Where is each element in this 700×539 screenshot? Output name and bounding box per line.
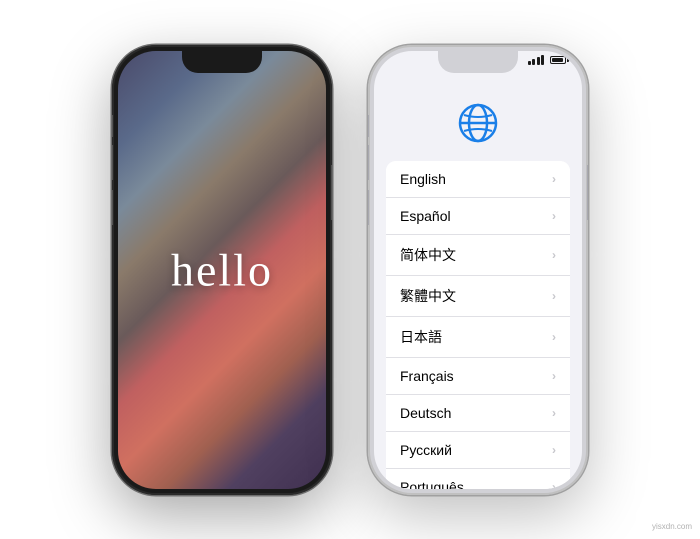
- language-list: English›Español›简体中文›繁體中文›日本語›Français›D…: [386, 161, 570, 489]
- power-button: [331, 165, 332, 220]
- left-screen: hello: [118, 51, 326, 489]
- language-name: 日本語: [400, 327, 442, 347]
- chevron-right-icon: ›: [552, 248, 556, 262]
- language-name: Português: [400, 479, 464, 489]
- language-name: English: [400, 171, 446, 187]
- chevron-right-icon: ›: [552, 369, 556, 383]
- language-item[interactable]: Français ›: [386, 358, 570, 395]
- mute-button: [368, 115, 369, 137]
- language-item[interactable]: Português ›: [386, 469, 570, 489]
- volume-down-button: [368, 190, 369, 225]
- signal-bar-1: [528, 61, 531, 65]
- language-name: Deutsch: [400, 405, 451, 421]
- phones-container: hello: [92, 25, 608, 515]
- language-name: 繁體中文: [400, 286, 456, 306]
- language-name: Français: [400, 368, 454, 384]
- chevron-right-icon: ›: [552, 330, 556, 344]
- power-button: [587, 165, 588, 220]
- chevron-right-icon: ›: [552, 480, 556, 489]
- battery-fill: [552, 58, 563, 62]
- language-name: 简体中文: [400, 245, 456, 265]
- language-item[interactable]: Deutsch ›: [386, 395, 570, 432]
- chevron-right-icon: ›: [552, 289, 556, 303]
- hello-text: hello: [171, 243, 273, 296]
- chevron-right-icon: ›: [552, 443, 556, 457]
- language-item[interactable]: Русский ›: [386, 432, 570, 469]
- right-phone: English›Español›简体中文›繁體中文›日本語›Français›D…: [368, 45, 588, 495]
- language-item[interactable]: Español ›: [386, 198, 570, 235]
- status-bar: [528, 55, 567, 65]
- language-screen: English›Español›简体中文›繁體中文›日本語›Français›D…: [374, 51, 582, 489]
- chevron-right-icon: ›: [552, 209, 556, 223]
- mute-button: [112, 115, 113, 137]
- right-screen: English›Español›简体中文›繁體中文›日本語›Français›D…: [374, 51, 582, 489]
- signal-bar-3: [537, 57, 540, 65]
- volume-up-button: [368, 145, 369, 180]
- signal-bar-4: [541, 55, 544, 65]
- volume-down-button: [112, 190, 113, 225]
- language-name: Español: [400, 208, 451, 224]
- globe-icon: [454, 99, 502, 147]
- volume-up-button: [112, 145, 113, 180]
- hello-screen: hello: [118, 51, 326, 489]
- language-item[interactable]: 日本語 ›: [386, 317, 570, 358]
- battery-icon: [550, 56, 566, 64]
- left-phone: hello: [112, 45, 332, 495]
- chevron-right-icon: ›: [552, 172, 556, 186]
- notch: [182, 51, 262, 73]
- watermark: yisxdn.com: [652, 522, 692, 531]
- language-item[interactable]: 简体中文 ›: [386, 235, 570, 276]
- chevron-right-icon: ›: [552, 406, 556, 420]
- language-name: Русский: [400, 442, 452, 458]
- language-item[interactable]: 繁體中文 ›: [386, 276, 570, 317]
- language-item[interactable]: English ›: [386, 161, 570, 198]
- notch: [438, 51, 518, 73]
- signal-icon: [528, 55, 545, 65]
- signal-bar-2: [532, 59, 535, 65]
